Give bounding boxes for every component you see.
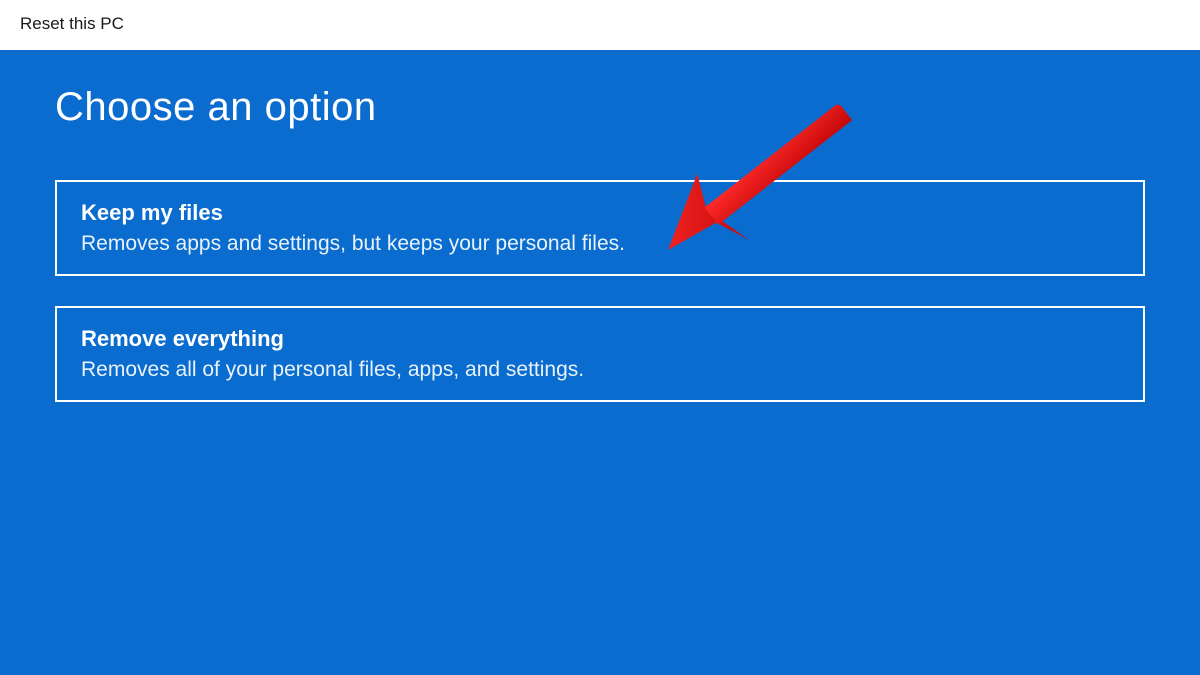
option-title: Remove everything xyxy=(81,326,1119,352)
window-titlebar: Reset this PC xyxy=(0,0,1200,50)
window-title: Reset this PC xyxy=(20,14,124,33)
option-description: Removes all of your personal files, apps… xyxy=(81,358,1119,382)
option-title: Keep my files xyxy=(81,200,1119,226)
keep-my-files-option[interactable]: Keep my files Removes apps and settings,… xyxy=(55,180,1145,276)
page-heading: Choose an option xyxy=(55,85,1145,130)
remove-everything-option[interactable]: Remove everything Removes all of your pe… xyxy=(55,306,1145,402)
main-panel: Choose an option Keep my files Removes a… xyxy=(0,50,1200,675)
option-description: Removes apps and settings, but keeps you… xyxy=(81,232,1119,256)
